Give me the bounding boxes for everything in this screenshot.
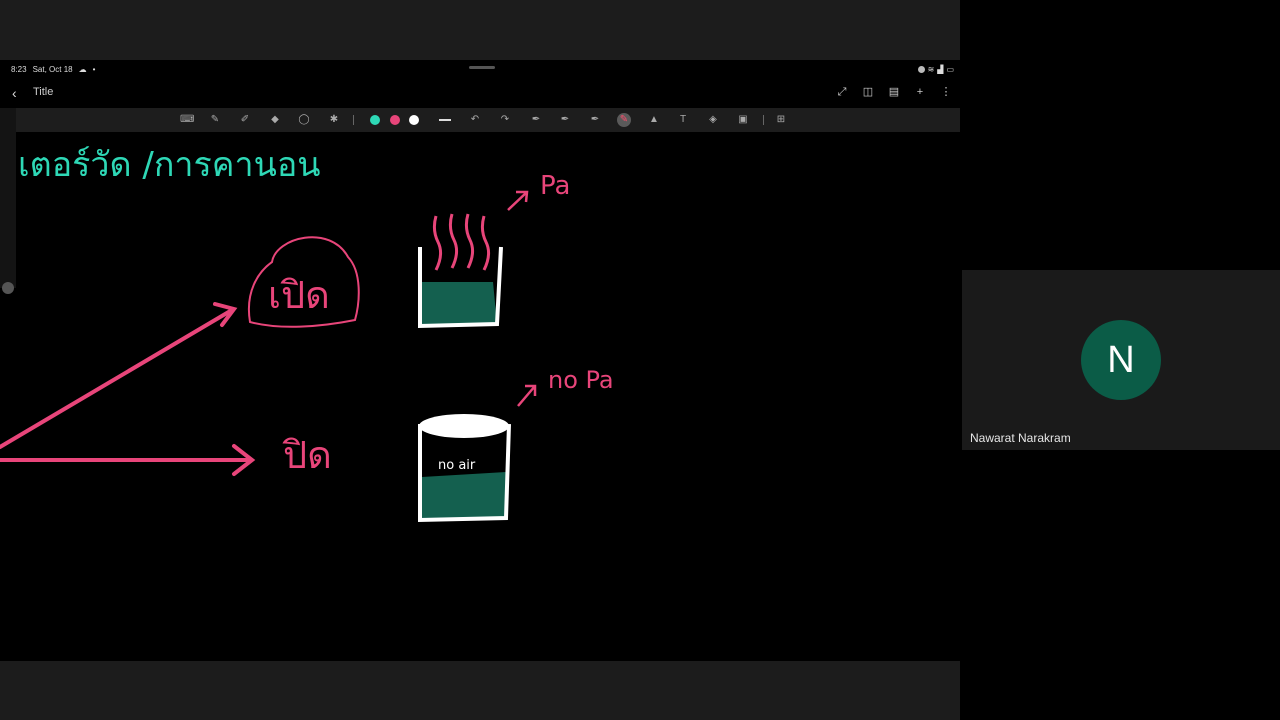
highlighter-icon[interactable]: ✎ xyxy=(617,113,631,127)
grid-apps-icon[interactable]: ⊞ xyxy=(774,113,788,127)
toolbar-divider xyxy=(763,115,764,125)
participant-name: Nawarat Narakram xyxy=(970,431,1071,445)
pa-top-arrow xyxy=(507,190,529,211)
notification-dot-icon: • xyxy=(92,65,96,74)
undo-icon[interactable]: ↶ xyxy=(468,113,482,127)
magic-icon[interactable]: ✱ xyxy=(327,113,341,127)
more-options-icon[interactable]: ⋮ xyxy=(940,85,952,99)
heading-handwriting: เตอร์วัด /การคานอน xyxy=(18,145,321,185)
drawing-toolbar: ⌨ ✎ ✐ ◆ ◯ ✱ ↶ ↷ ✒ ✒ ✒ ✎ ▲ T ◈ ▣ ⊞ xyxy=(0,108,960,132)
pa-bottom-arrow xyxy=(517,384,537,407)
color-swatch-white[interactable] xyxy=(409,115,419,125)
pages-icon[interactable]: ▤ xyxy=(888,85,900,99)
back-chevron-icon[interactable]: ‹ xyxy=(12,86,26,100)
lasso-icon[interactable]: ◯ xyxy=(297,113,311,127)
sticker-icon[interactable]: ◈ xyxy=(706,113,720,127)
status-time: 8:23 xyxy=(11,65,27,74)
pa-bottom-label: no Pa xyxy=(548,366,614,394)
participant-video-tile[interactable]: N Nawarat Narakram xyxy=(962,270,1280,450)
share-top-margin xyxy=(0,0,960,60)
add-icon[interactable]: + xyxy=(914,85,926,99)
air-pressure-waves xyxy=(432,213,491,271)
open-jar-water xyxy=(420,282,497,326)
closed-label: ปิด xyxy=(282,433,331,477)
text-icon[interactable]: T xyxy=(676,113,690,127)
shape-icon[interactable]: ▲ xyxy=(647,113,661,127)
open-label: เปิด xyxy=(268,273,330,317)
closed-jar-water xyxy=(422,472,506,520)
signal-icon: ▟ xyxy=(937,65,944,74)
color-swatch-teal[interactable] xyxy=(370,115,380,125)
marker-icon[interactable]: ✒ xyxy=(588,113,602,127)
fountain-pen-icon[interactable]: ✒ xyxy=(529,113,543,127)
pen-icon[interactable]: ✎ xyxy=(208,113,222,127)
share-bottom-margin xyxy=(0,661,960,720)
redo-icon[interactable]: ↷ xyxy=(498,113,512,127)
status-date: Sat, Oct 18 xyxy=(32,65,73,74)
status-icon xyxy=(917,66,925,73)
drag-handle[interactable] xyxy=(469,66,495,69)
arrow-up-line xyxy=(0,308,234,449)
image-icon[interactable]: ▣ xyxy=(736,113,750,127)
stroke-width-icon[interactable] xyxy=(439,119,451,121)
wifi-icon: ≋ xyxy=(927,65,935,74)
cloud-icon: ☁ xyxy=(78,65,87,74)
keyboard-icon[interactable]: ⌨ xyxy=(180,113,194,127)
closed-jar-lid xyxy=(419,414,509,438)
brush-icon[interactable]: ✒ xyxy=(558,113,572,127)
color-swatch-pink[interactable] xyxy=(390,115,400,125)
note-title[interactable]: Title xyxy=(33,86,53,98)
pencil-icon[interactable]: ✐ xyxy=(238,113,252,127)
jar-text: no air xyxy=(438,458,476,473)
battery-icon: ▭ xyxy=(946,65,954,74)
tablet-status-bar: 8:23 Sat, Oct 18 ☁ • ≋ ▟ ▭ xyxy=(0,60,960,80)
note-title-bar: ‹ Title ⤢ ◫ ▤ + ⋮ xyxy=(0,80,960,108)
participant-avatar: N xyxy=(1081,320,1161,400)
eraser-icon[interactable]: ◆ xyxy=(268,113,282,127)
expand-icon[interactable]: ⤢ xyxy=(836,85,848,99)
split-view-icon[interactable]: ◫ xyxy=(862,85,874,99)
drawing-canvas[interactable]: เตอร์วัด /การคานอน เปิด Pa ปิด no air no… xyxy=(0,132,960,661)
toolbar-divider xyxy=(353,115,354,125)
screen-share: 8:23 Sat, Oct 18 ☁ • ≋ ▟ ▭ ‹ Title ⤢ ◫ ▤… xyxy=(0,0,960,720)
pa-top-label: Pa xyxy=(540,171,570,201)
